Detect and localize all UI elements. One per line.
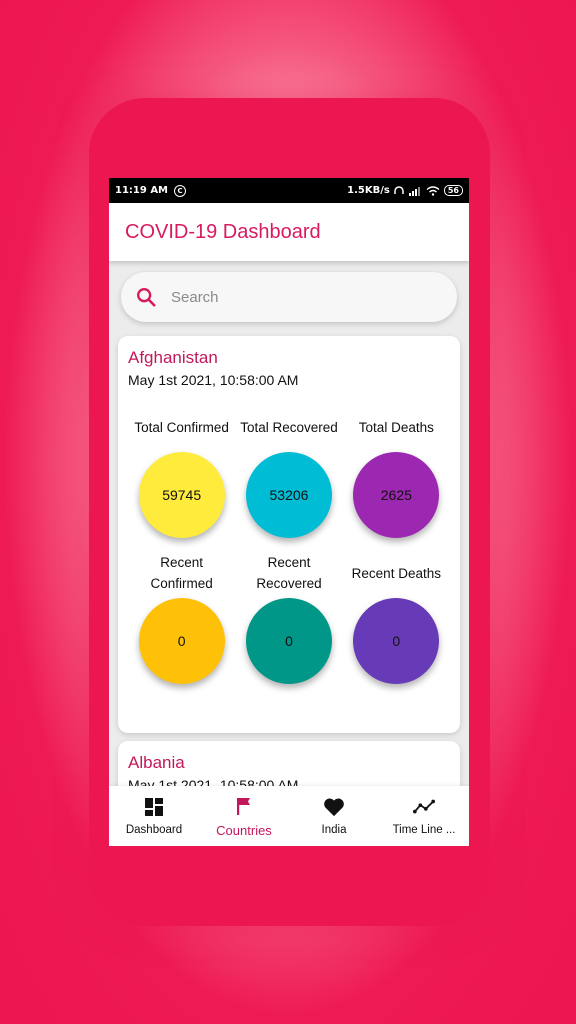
stat-bubble: 0 bbox=[353, 598, 440, 684]
nav-label: India bbox=[321, 824, 347, 836]
signal-icon bbox=[408, 186, 420, 196]
stat-label: Total Confirmed bbox=[134, 419, 229, 435]
wifi-icon bbox=[426, 185, 440, 196]
dashboard-icon bbox=[143, 796, 165, 818]
stat-recent-confirmed: Recent Confirmed 0 bbox=[128, 552, 235, 684]
country-name: Afghanistan bbox=[128, 348, 218, 367]
stat-total-confirmed: Total Confirmed 59745 bbox=[128, 406, 235, 538]
stat-recent-recovered: Recent Recovered 0 bbox=[235, 552, 342, 684]
battery-icon: 56 bbox=[443, 185, 463, 196]
status-time: 11:19 AM bbox=[115, 185, 169, 196]
stat-total-recovered: Total Recovered 53206 bbox=[235, 406, 342, 538]
country-name: Albania bbox=[128, 753, 185, 772]
stat-bubble: 59745 bbox=[138, 452, 225, 538]
search-bar[interactable] bbox=[121, 272, 457, 322]
stat-label: Total Deaths bbox=[358, 419, 434, 435]
stat-label: Recent Recovered bbox=[256, 555, 322, 591]
bottom-nav: Dashboard Countries India Time Line ... bbox=[109, 786, 469, 846]
stat-total-deaths: Total Deaths 2625 bbox=[343, 406, 450, 538]
nav-label: Countries bbox=[216, 822, 272, 838]
page-title: COVID-19 Dashboard bbox=[125, 220, 321, 243]
nav-india[interactable]: India bbox=[289, 786, 379, 846]
stat-bubble: 53206 bbox=[245, 452, 332, 538]
country-date: May 1st 2021, 10:58:00 AM bbox=[128, 372, 299, 388]
stat-bubble: 2625 bbox=[353, 452, 440, 538]
stat-label: Total Recovered bbox=[240, 419, 338, 435]
c-notification-icon: C bbox=[174, 184, 187, 197]
stat-bubble: 0 bbox=[245, 598, 332, 684]
status-bar: 11:19 AM C 1.5KB/s 56 bbox=[109, 178, 469, 203]
headphones-icon bbox=[394, 185, 404, 194]
flag-icon bbox=[233, 795, 255, 817]
stat-recent-deaths: Recent Deaths 0 bbox=[343, 552, 450, 684]
country-card[interactable]: Afghanistan May 1st 2021, 10:58:00 AM To… bbox=[118, 336, 460, 733]
app-bar: COVID-19 Dashboard bbox=[109, 203, 469, 261]
timeline-icon bbox=[413, 796, 435, 818]
nav-timeline[interactable]: Time Line ... bbox=[379, 786, 469, 846]
app-screen: 11:19 AM C 1.5KB/s 56 COVID-19 Dashboard… bbox=[109, 178, 469, 846]
status-right: 1.5KB/s 56 bbox=[347, 185, 463, 196]
heart-icon bbox=[323, 796, 345, 818]
stat-label: Recent Deaths bbox=[351, 565, 441, 581]
stat-bubble: 0 bbox=[138, 598, 225, 684]
network-speed: 1.5KB/s bbox=[347, 185, 390, 196]
search-input[interactable] bbox=[171, 288, 431, 306]
nav-label: Time Line ... bbox=[392, 824, 456, 836]
nav-label: Dashboard bbox=[125, 824, 183, 836]
stat-label: Recent Confirmed bbox=[150, 555, 213, 591]
nav-countries[interactable]: Countries bbox=[199, 786, 289, 846]
stats-grid: Total Confirmed 59745 Total Recovered 53… bbox=[128, 406, 450, 684]
nav-dashboard[interactable]: Dashboard bbox=[109, 786, 199, 846]
search-icon bbox=[137, 288, 156, 307]
